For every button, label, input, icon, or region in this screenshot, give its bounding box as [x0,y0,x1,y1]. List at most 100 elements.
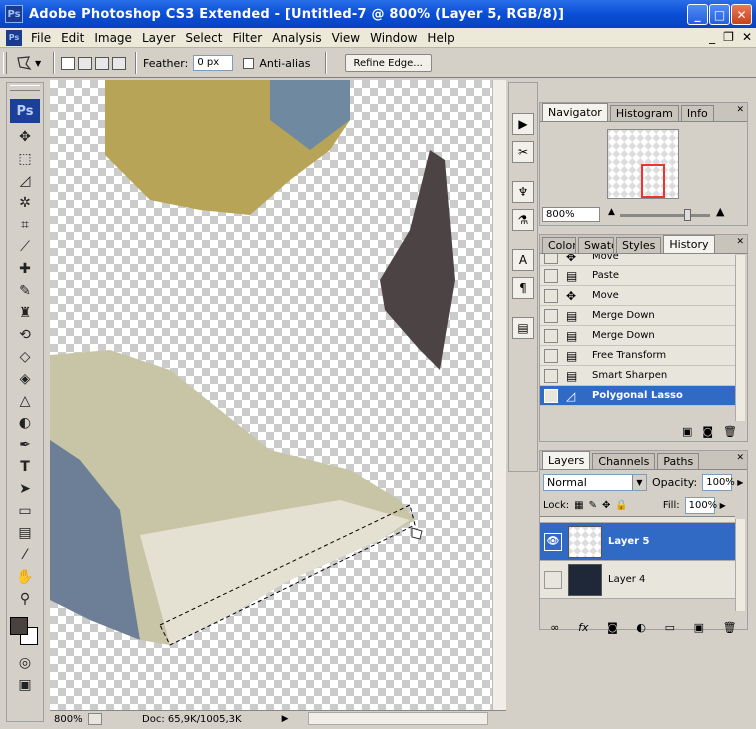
layer-row-layer-5[interactable]: 👁 Layer 5 [540,523,735,561]
new-group-icon[interactable]: ▭ [665,621,675,634]
options-grip[interactable] [3,52,7,74]
eyedropper-tool-icon[interactable]: ⁄ [12,545,38,565]
lock-position-icon[interactable]: ✥ [602,500,610,511]
history-item[interactable]: ✥ Move [540,254,735,266]
new-snapshot-icon[interactable]: ◙ [702,425,713,438]
tab-swatches[interactable]: Swatc [578,237,614,253]
history-item[interactable]: ▤ Merge Down [540,306,735,326]
antialias-checkbox[interactable] [243,57,255,69]
layer-style-icon[interactable]: fx [578,621,588,634]
menu-image[interactable]: Image [89,31,137,45]
character-icon[interactable]: A [512,249,534,271]
layer-row-layer-4[interactable]: Layer 4 [540,561,735,599]
magic-wand-tool-icon[interactable]: ✲ [12,193,38,213]
close-button[interactable]: ✕ [731,4,752,25]
doc-restore-button[interactable]: ❐ [723,30,734,44]
tab-info[interactable]: Info [680,105,714,121]
feather-input[interactable]: 0 px [193,55,234,71]
layer-mask-icon[interactable]: ◙ [607,621,618,634]
marquee-tool-icon[interactable]: ⬚ [12,149,38,169]
zoom-tool-icon[interactable]: ⚲ [12,589,38,609]
hand-tool-icon[interactable]: ✋ [12,567,38,587]
history-item[interactable]: ▤ Merge Down [540,326,735,346]
eye-icon[interactable]: 👁 [544,532,562,551]
doc-close-button[interactable]: ✕ [742,30,752,44]
brush-tool-icon[interactable]: ✎ [12,281,38,301]
lock-image-icon[interactable]: ✎ [589,500,597,511]
pen-tool-icon[interactable]: ✒ [12,435,38,455]
tab-layers[interactable]: Layers [542,451,591,469]
lock-all-icon[interactable]: 🔒 [615,500,627,511]
eraser-tool-icon[interactable]: ◇ [12,347,38,367]
lasso-tool-icon[interactable]: ◿ [12,171,38,191]
navigator-view-box[interactable] [641,164,665,198]
maximize-button[interactable]: □ [709,4,730,25]
tab-channels[interactable]: Channels [592,453,656,469]
link-layers-icon[interactable]: ∞ [550,621,559,634]
blend-mode-select[interactable]: Normal ▼ [543,474,647,491]
navigator-zoom-slider[interactable] [620,209,710,221]
opacity-input[interactable]: 100% [702,474,735,491]
history-brush-tool-icon[interactable]: ⟲ [12,325,38,345]
color-swatches[interactable] [10,617,40,645]
zoom-level[interactable]: 800% [50,714,88,725]
fill-arrow-icon[interactable]: ▶ [720,501,726,510]
slice-tool-icon[interactable]: ⟋ [12,237,38,257]
document-canvas[interactable] [50,80,506,710]
tab-styles[interactable]: Styles [616,237,662,253]
clone-stamp-tool-icon[interactable]: ♜ [12,303,38,323]
layer-comps-icon[interactable]: ▤ [512,317,534,339]
history-item[interactable]: ✥ Move [540,286,735,306]
zoom-in-icon[interactable]: ▲ [716,205,724,218]
photoshop-logo[interactable]: Ps [10,99,40,123]
refine-edge-button[interactable]: Refine Edge... [344,54,432,72]
notes-tool-icon[interactable]: ▤ [12,523,38,543]
panel-menu-icon[interactable]: ✕ [736,105,744,115]
navigator-thumbnail[interactable] [607,129,679,199]
lock-transparency-icon[interactable]: ▦ [574,500,583,511]
history-item-active[interactable]: ◿ Polygonal Lasso [540,386,735,406]
layers-scrollbar[interactable] [735,519,745,611]
toolbox-grip[interactable] [10,85,40,91]
tab-color[interactable]: Color [542,237,576,253]
paint-bucket-tool-icon[interactable]: ◈ [12,369,38,389]
tab-paths[interactable]: Paths [657,453,700,469]
add-selection-button[interactable] [78,56,92,70]
document-icon[interactable]: Ps [6,29,22,46]
tab-history[interactable]: History [663,235,715,253]
tab-navigator[interactable]: Navigator [542,103,608,121]
doc-minimize-button[interactable]: _ [709,30,715,44]
shape-tool-icon[interactable]: ▭ [12,501,38,521]
new-document-icon[interactable]: ▣ [682,425,692,438]
status-arrow-icon[interactable]: ▶ [282,714,289,724]
slider-knob[interactable] [684,209,691,221]
foreground-color-swatch[interactable] [10,617,28,635]
menu-window[interactable]: Window [365,31,422,45]
menu-layer[interactable]: Layer [137,31,180,45]
history-panel-menu-icon[interactable]: ✕ [736,237,744,247]
tool-preset-picker[interactable]: ▼ [15,52,47,74]
paragraph-icon[interactable]: ¶ [512,277,534,299]
blur-tool-icon[interactable]: △ [12,391,38,411]
fill-input[interactable]: 100% [684,497,717,514]
healing-brush-tool-icon[interactable]: ✚ [12,259,38,279]
tab-histogram[interactable]: Histogram [609,105,679,121]
intersect-selection-button[interactable] [112,56,126,70]
history-item[interactable]: ▤ Paste [540,266,735,286]
zoom-out-icon[interactable]: ▲ [608,207,615,217]
history-scrollbar[interactable] [735,255,745,421]
layers-panel-menu-icon[interactable]: ✕ [736,453,744,463]
opacity-arrow-icon[interactable]: ▶ [737,478,743,487]
tool-presets-icon[interactable]: ✂ [512,141,534,163]
brushes-icon[interactable]: ♆ [512,181,534,203]
adjustment-layer-icon[interactable]: ◐ [636,621,646,634]
screen-mode-icon[interactable]: ▣ [12,675,38,695]
menu-view[interactable]: View [327,31,365,45]
menu-help[interactable]: Help [422,31,459,45]
delete-icon[interactable]: 🗑 [723,425,737,438]
quick-mask-icon[interactable]: ◎ [12,653,38,673]
status-menu-icon[interactable] [88,713,102,725]
canvas-vertical-scrollbar[interactable] [492,80,506,710]
menu-select[interactable]: Select [180,31,227,45]
type-tool-icon[interactable]: T [12,457,38,477]
